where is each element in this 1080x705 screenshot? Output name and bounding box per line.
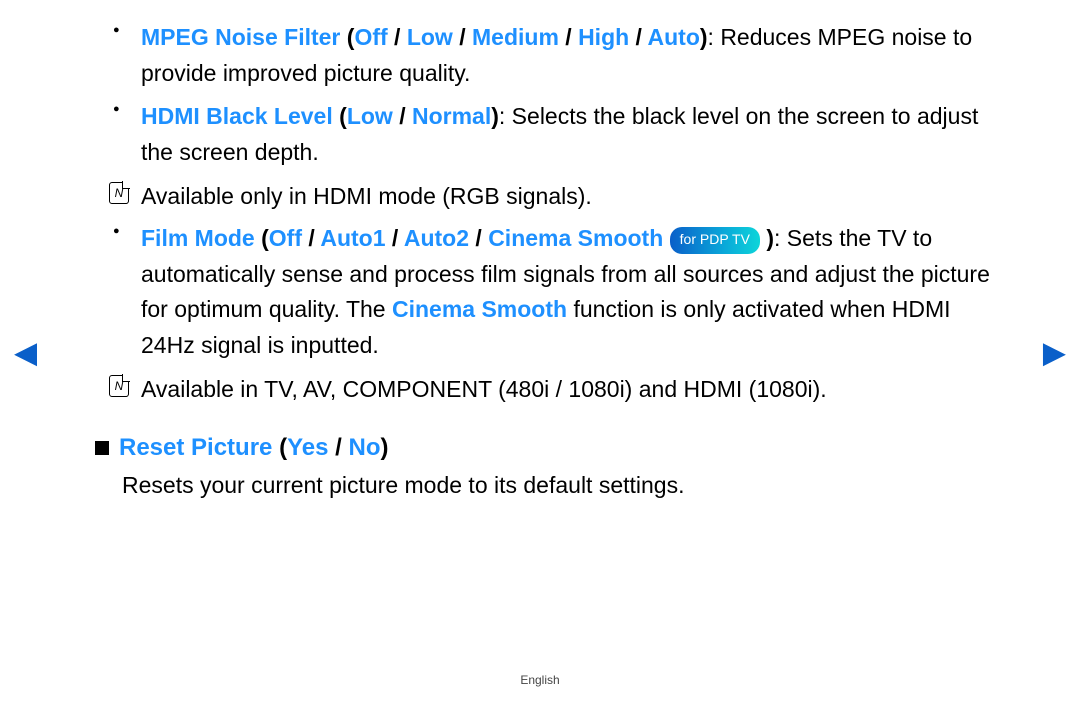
section-body: Resets your current picture mode to its … (95, 468, 1000, 503)
list-item: Film Mode (Off / Auto1 / Auto2 / Cinema … (95, 221, 1000, 364)
note: NAvailable in TV, AV, COMPONENT (480i / … (95, 372, 1000, 407)
nav-next-icon[interactable]: ▶ (1043, 335, 1066, 370)
square-bullet-icon (95, 441, 109, 455)
pdp-tv-badge: for PDP TV (670, 227, 760, 254)
content-area: MPEG Noise Filter (Off / Low / Medium / … (60, 20, 1020, 503)
section-heading: Reset Picture (Yes / No) (95, 434, 1000, 462)
note-icon: N (109, 182, 129, 204)
options-list: MPEG Noise Filter (Off / Low / Medium / … (95, 20, 1000, 406)
footer-language: English (0, 673, 1080, 687)
nav-prev-icon[interactable]: ◀ (14, 335, 37, 370)
list-item: HDMI Black Level (Low / Normal): Selects… (95, 99, 1000, 170)
note: NAvailable only in HDMI mode (RGB signal… (95, 179, 1000, 214)
reset-picture-section: Reset Picture (Yes / No) Resets your cur… (95, 434, 1000, 503)
list-item: MPEG Noise Filter (Off / Low / Medium / … (95, 20, 1000, 91)
page: ◀ ▶ MPEG Noise Filter (Off / Low / Mediu… (0, 0, 1080, 705)
note-icon: N (109, 375, 129, 397)
